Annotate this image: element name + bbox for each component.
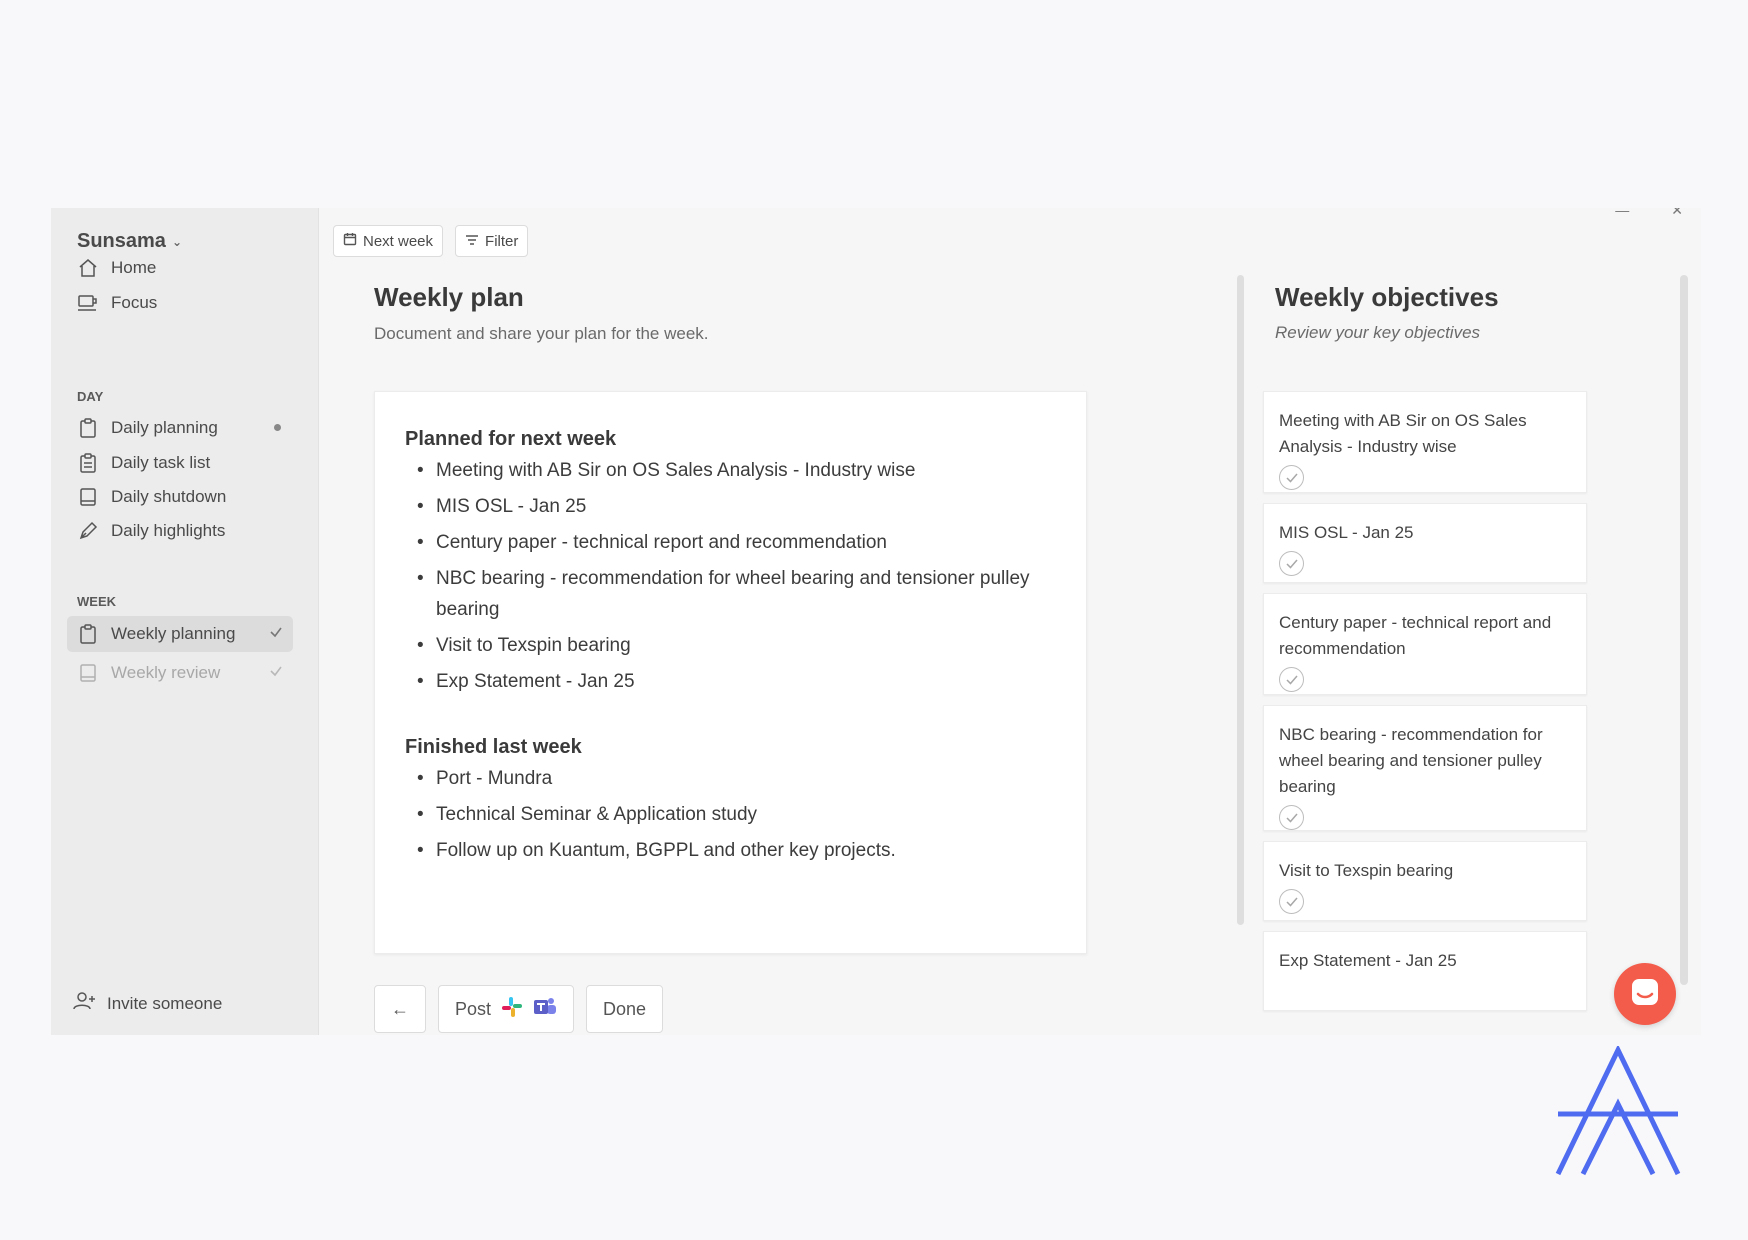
check-circle-icon[interactable] xyxy=(1279,889,1304,914)
objectives-title: Weekly objectives xyxy=(1275,282,1499,312)
objective-card[interactable]: Visit to Texspin bearing xyxy=(1263,841,1587,921)
check-circle-icon[interactable] xyxy=(1279,805,1304,830)
sidebar-item-label: Weekly planning xyxy=(111,624,236,643)
sidebar-item-weekly-planning[interactable]: Weekly planning xyxy=(67,616,293,652)
book-icon xyxy=(77,663,99,683)
check-icon xyxy=(269,664,283,681)
check-icon xyxy=(269,625,283,642)
book-icon xyxy=(77,487,99,507)
sidebar-item-label: Focus xyxy=(111,293,158,312)
page-title: Weekly plan xyxy=(374,282,524,312)
list-item: Exp Statement - Jan 25 xyxy=(417,666,1056,697)
objective-card[interactable]: MIS OSL - Jan 25 xyxy=(1263,503,1587,583)
objectives-scrollbar[interactable] xyxy=(1680,275,1688,985)
weekly-objectives-panel: Weekly objectives Review your key object… xyxy=(1263,248,1673,1035)
objective-text: Century paper - technical report and rec… xyxy=(1279,613,1552,658)
chevron-down-icon: ⌄ xyxy=(171,234,182,249)
finished-list: Port - Mundra Technical Seminar & Applic… xyxy=(417,763,1056,866)
list-item: Follow up on Kuantum, BGPPL and other ke… xyxy=(417,835,1056,866)
slack-icon xyxy=(501,996,523,1023)
check-circle-icon[interactable] xyxy=(1279,551,1304,576)
sidebar-item-daily-shutdown[interactable]: Daily shutdown xyxy=(67,479,293,515)
status-dot xyxy=(274,424,281,431)
checklist-icon xyxy=(77,453,99,473)
clipboard-icon xyxy=(77,418,99,438)
back-button[interactable]: ← xyxy=(374,985,426,1033)
plan-editor[interactable]: Planned for next week Meeting with AB Si… xyxy=(374,391,1087,954)
panel-scrollbar[interactable] xyxy=(1237,275,1244,925)
sidebar-item-label: Daily planning xyxy=(111,418,218,437)
list-item: Century paper - technical report and rec… xyxy=(417,527,1056,558)
filter-label: Filter xyxy=(485,232,519,250)
sidebar-item-daily-task-list[interactable]: Daily task list xyxy=(67,445,293,481)
sidebar-item-label: Daily shutdown xyxy=(111,487,227,506)
sidebar-item-label: Weekly review xyxy=(111,663,221,682)
close-icon[interactable]: ✕ xyxy=(1671,208,1683,219)
chat-support-button[interactable] xyxy=(1614,963,1676,1025)
list-item: Visit to Texspin bearing xyxy=(417,630,1056,661)
invite-someone-button[interactable]: Invite someone xyxy=(73,991,222,1016)
objective-card[interactable]: Century paper - technical report and rec… xyxy=(1263,593,1587,695)
objective-text: Exp Statement - Jan 25 xyxy=(1279,951,1457,970)
check-circle-icon[interactable] xyxy=(1279,667,1304,692)
check-circle-icon[interactable] xyxy=(1279,465,1304,490)
weekly-plan-panel: Weekly plan Document and share your plan… xyxy=(319,248,1159,1035)
cup-icon xyxy=(77,293,99,313)
post-label: Post xyxy=(455,998,492,1019)
add-user-icon xyxy=(73,991,97,1016)
arrow-left-icon: ← xyxy=(391,998,409,1019)
planned-list: Meeting with AB Sir on OS Sales Analysis… xyxy=(417,455,1056,697)
plan-actions: ← Post Done xyxy=(374,985,664,1033)
filter-icon xyxy=(465,233,479,250)
chat-icon xyxy=(1630,977,1660,1012)
window-controls: — ✕ xyxy=(1615,208,1683,219)
clipboard-icon xyxy=(77,624,99,644)
sidebar-item-daily-highlights[interactable]: Daily highlights xyxy=(67,513,293,549)
app-window: Sunsama ⌄ Home Focus DAY Daily planning xyxy=(51,208,1701,1035)
teams-icon xyxy=(533,996,557,1023)
objective-card[interactable]: Exp Statement - Jan 25 xyxy=(1263,931,1587,1011)
done-label: Done xyxy=(603,998,647,1019)
sidebar-item-label: Daily task list xyxy=(111,453,211,472)
objectives-subtitle: Review your key objectives xyxy=(1275,323,1481,342)
done-button[interactable]: Done xyxy=(586,985,664,1033)
minimize-icon[interactable]: — xyxy=(1615,208,1629,219)
objective-text: Visit to Texspin bearing xyxy=(1279,861,1454,880)
sidebar: Sunsama ⌄ Home Focus DAY Daily planning xyxy=(51,208,319,1035)
sidebar-item-label: Daily highlights xyxy=(111,521,226,540)
page-subtitle: Document and share your plan for the wee… xyxy=(374,324,709,343)
list-item: Port - Mundra xyxy=(417,763,1056,794)
sidebar-item-home[interactable]: Home xyxy=(67,250,293,286)
invite-label: Invite someone xyxy=(107,993,223,1013)
sidebar-item-label: Home xyxy=(111,258,157,277)
objective-text: MIS OSL - Jan 25 xyxy=(1279,523,1414,542)
pen-icon xyxy=(77,521,99,541)
list-item: NBC bearing - recommendation for wheel b… xyxy=(417,563,1056,625)
sidebar-item-focus[interactable]: Focus xyxy=(67,285,293,321)
sidebar-item-daily-planning[interactable]: Daily planning xyxy=(67,410,293,446)
section-label-week: WEEK xyxy=(77,594,116,609)
planned-heading: Planned for next week xyxy=(405,428,617,450)
sidebar-item-weekly-review[interactable]: Weekly review xyxy=(67,655,293,691)
finished-heading: Finished last week xyxy=(405,736,582,758)
home-icon xyxy=(77,258,99,278)
objective-text: NBC bearing - recommendation for wheel b… xyxy=(1279,725,1543,796)
objective-card[interactable]: NBC bearing - recommendation for wheel b… xyxy=(1263,705,1587,831)
section-label-day: DAY xyxy=(77,389,104,404)
objective-card[interactable]: Meeting with AB Sir on OS Sales Analysis… xyxy=(1263,391,1587,493)
list-item: Technical Seminar & Application study xyxy=(417,799,1056,830)
list-item: MIS OSL - Jan 25 xyxy=(417,491,1056,522)
list-item: Meeting with AB Sir on OS Sales Analysis… xyxy=(417,455,1056,486)
brand-logo-icon xyxy=(1553,1044,1683,1181)
post-button[interactable]: Post xyxy=(438,985,575,1033)
objective-text: Meeting with AB Sir on OS Sales Analysis… xyxy=(1279,411,1527,456)
next-week-label: Next week xyxy=(363,232,434,250)
